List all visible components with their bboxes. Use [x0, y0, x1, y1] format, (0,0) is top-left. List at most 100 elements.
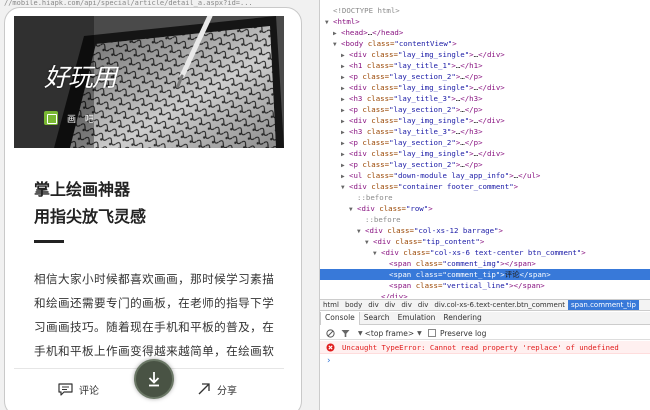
- dom-token: "comment_tip": [442, 270, 501, 279]
- dom-token: </h1>: [460, 61, 483, 70]
- breadcrumb-item[interactable]: div: [398, 300, 415, 310]
- expand-triangle-icon[interactable]: ▼: [349, 204, 357, 214]
- devtools-panel: <!DOCTYPE html> ▼ <html> ▶ <head>…</head> ▼ <b…: [319, 0, 650, 410]
- dom-token: 评论: [504, 270, 520, 279]
- dom-node[interactable]: ▶ <ul class="down-module lay_app_info">…<…: [320, 170, 650, 181]
- expand-triangle-icon[interactable]: ▼: [325, 17, 333, 27]
- dom-node[interactable]: </div>: [320, 291, 650, 298]
- collapse-triangle-icon[interactable]: ▶: [341, 127, 349, 137]
- dom-token: <span: [389, 259, 416, 268]
- checkbox-box[interactable]: [428, 329, 436, 337]
- dom-node[interactable]: ▼ <html>: [320, 16, 650, 27]
- dom-token: >: [581, 248, 586, 257]
- dom-token: <div: [349, 149, 372, 158]
- dom-token: class=: [371, 50, 398, 59]
- dom-token: ></span>: [509, 281, 545, 290]
- hero-image: 好玩用 画 吧: [14, 16, 284, 148]
- elements-breadcrumbs: html body div div div div div.col-xs-6.text-ce…: [320, 299, 650, 311]
- collapse-triangle-icon[interactable]: ▶: [341, 138, 349, 148]
- dom-node[interactable]: ▶ <div class="lay_img_single">…</div>: [320, 148, 650, 159]
- dom-token: </p>: [464, 105, 483, 114]
- collapse-triangle-icon[interactable]: ▶: [333, 28, 341, 38]
- dom-node[interactable]: ▶ <p class="lay_section_2">…</p>: [320, 137, 650, 148]
- collapse-triangle-icon[interactable]: ▶: [341, 72, 349, 82]
- collapse-triangle-icon[interactable]: ▶: [341, 94, 349, 104]
- dom-node[interactable]: ▶ <div class="lay_img_single">…</div>: [320, 115, 650, 126]
- dom-node[interactable]: ▼ <div class="col-xs-12 barrage">: [320, 225, 650, 236]
- article-page[interactable]: 好玩用 画 吧 掌上绘画神器 用指尖放飞灵感 相信大家小时候都喜欢画画，那时候学…: [14, 16, 284, 406]
- dom-node[interactable]: ▶ <div class="lay_img_single">…</div>: [320, 49, 650, 60]
- elements-tree[interactable]: <!DOCTYPE html> ▼ <html> ▶ <head>…</head> ▼ <b…: [320, 5, 650, 298]
- dom-token: "lay_section_2": [389, 105, 456, 114]
- dom-node-selected[interactable]: <span class="comment_tip">评论</span>: [320, 269, 650, 280]
- dom-node[interactable]: ::before: [320, 214, 650, 225]
- dom-node[interactable]: ▶ <p class="lay_section_2">…</p>: [320, 159, 650, 170]
- breadcrumb-item[interactable]: body: [342, 300, 365, 310]
- dom-node[interactable]: ▼ <div class="tip_content">: [320, 236, 650, 247]
- dom-token: class=: [371, 182, 398, 191]
- dom-node[interactable]: <span class="vertical_line"></span>: [320, 280, 650, 291]
- dom-node[interactable]: ▼ <body class="contentView">: [320, 38, 650, 49]
- title-line-1: 掌上绘画神器: [34, 180, 131, 199]
- dom-node[interactable]: ▼ <div class="col-xs-6 text-center btn_co…: [320, 247, 650, 258]
- collapse-triangle-icon[interactable]: ▶: [341, 160, 349, 170]
- dom-token: class=: [403, 248, 430, 257]
- expand-triangle-icon[interactable]: ▼: [357, 226, 365, 236]
- clear-console-icon[interactable]: [326, 326, 335, 340]
- tab-emulation[interactable]: Emulation: [394, 312, 440, 324]
- collapse-triangle-icon[interactable]: ▶: [341, 61, 349, 71]
- collapse-triangle-icon[interactable]: ▶: [341, 105, 349, 115]
- collapse-triangle-icon[interactable]: ▶: [341, 149, 349, 159]
- breadcrumb-item[interactable]: div.col-xs-6.text-center.btn_comment: [431, 300, 568, 310]
- expand-triangle-icon[interactable]: ▼: [365, 237, 373, 247]
- dom-node[interactable]: ▶ <p class="lay_section_2">…</p>: [320, 71, 650, 82]
- dom-token: <div: [349, 83, 372, 92]
- tab-console[interactable]: Console: [320, 312, 360, 325]
- dom-token: class=: [371, 116, 398, 125]
- comment-label: 评论: [79, 385, 99, 397]
- tab-rendering[interactable]: Rendering: [439, 312, 485, 324]
- expand-triangle-icon[interactable]: ▼: [333, 39, 341, 49]
- dom-token: "col-xs-12 barrage": [413, 226, 499, 235]
- expand-triangle-icon[interactable]: ▼: [341, 182, 349, 192]
- breadcrumb-item[interactable]: span.comment_tip: [568, 300, 639, 310]
- expand-triangle-icon[interactable]: ▼: [373, 248, 381, 258]
- dom-token: "col-xs-6 text-center btn_comment": [429, 248, 582, 257]
- dom-token: "lay_title_1": [393, 61, 452, 70]
- dom-node[interactable]: ▶ <h3 class="lay_title_3">…</h3>: [320, 93, 650, 104]
- collapse-triangle-icon[interactable]: ▶: [341, 50, 349, 60]
- dom-node[interactable]: ▼ <div class="container footer_comment">: [320, 181, 650, 192]
- dom-node[interactable]: ▶ <h3 class="lay_title_3">…</h3>: [320, 126, 650, 137]
- dom-token: <span: [389, 270, 416, 279]
- frame-select[interactable]: ▼ <top frame> ▼: [358, 326, 422, 340]
- dom-token: <p: [349, 138, 363, 147]
- collapse-triangle-icon[interactable]: ▶: [341, 83, 349, 93]
- share-button[interactable]: 分享: [197, 381, 237, 397]
- filter-icon[interactable]: [341, 326, 350, 340]
- dom-node[interactable]: ▶ <p class="lay_section_2">…</p>: [320, 104, 650, 115]
- dom-node[interactable]: ::before: [320, 192, 650, 203]
- dom-node[interactable]: ▶ <div class="lay_img_single">…</div>: [320, 82, 650, 93]
- dom-node[interactable]: <span class="comment_img"></span>: [320, 258, 650, 269]
- comment-button[interactable]: 评论: [58, 381, 99, 397]
- collapse-triangle-icon[interactable]: ▶: [341, 116, 349, 126]
- dom-token: <html>: [333, 17, 360, 26]
- dom-node[interactable]: ▶ <h1 class="lay_title_1">…</h1>: [320, 60, 650, 71]
- dom-node[interactable]: ▼ <div class="row">: [320, 203, 650, 214]
- breadcrumb-item[interactable]: div: [415, 300, 432, 310]
- dom-token: <!DOCTYPE html>: [333, 6, 400, 15]
- console-prompt[interactable]: ›: [326, 356, 331, 366]
- preserve-log-checkbox[interactable]: Preserve log: [428, 326, 486, 340]
- breadcrumb-item[interactable]: div: [365, 300, 382, 310]
- tab-search[interactable]: Search: [360, 312, 394, 324]
- download-fab[interactable]: [134, 359, 174, 399]
- dom-token: class=: [395, 237, 422, 246]
- dom-token: class=: [362, 72, 390, 81]
- dom-token: <div: [381, 248, 404, 257]
- dom-token: <p: [349, 105, 363, 114]
- collapse-triangle-icon[interactable]: ▶: [341, 171, 349, 181]
- breadcrumb-item[interactable]: html: [320, 300, 342, 310]
- breadcrumb-item[interactable]: div: [382, 300, 399, 310]
- dom-node[interactable]: <!DOCTYPE html>: [320, 5, 650, 16]
- dom-node[interactable]: ▶ <head>…</head>: [320, 27, 650, 38]
